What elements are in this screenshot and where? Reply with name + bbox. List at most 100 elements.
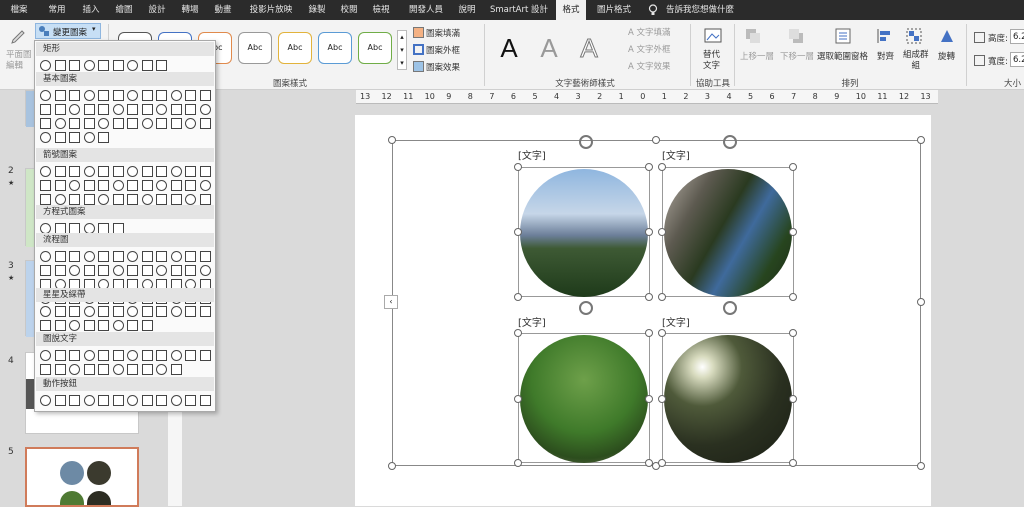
shape-option[interactable] bbox=[170, 90, 182, 101]
resize-handle[interactable] bbox=[645, 293, 653, 301]
resize-handle[interactable] bbox=[917, 298, 925, 306]
text-outline-button[interactable]: A 文字外框 bbox=[628, 43, 671, 55]
shape-option[interactable] bbox=[127, 306, 138, 317]
shape-option[interactable] bbox=[40, 90, 51, 101]
tab-picture-format[interactable]: 圖片格式 bbox=[592, 0, 636, 20]
alt-text-button[interactable]: 替代 文字 bbox=[703, 50, 720, 72]
shape-option[interactable] bbox=[83, 251, 95, 262]
resize-handle[interactable] bbox=[789, 459, 797, 467]
shape-option[interactable] bbox=[112, 90, 124, 101]
shape-option[interactable] bbox=[69, 320, 80, 331]
height-input[interactable]: 6.2 bbox=[1010, 29, 1024, 44]
shape-option[interactable] bbox=[40, 194, 51, 205]
shape-option[interactable] bbox=[40, 104, 51, 115]
resize-handle[interactable] bbox=[388, 462, 396, 470]
resize-handle[interactable] bbox=[658, 163, 666, 171]
shape-outline-button[interactable]: 圖案外框 bbox=[426, 44, 460, 56]
shape-option[interactable] bbox=[170, 104, 182, 115]
resize-handle[interactable] bbox=[645, 459, 653, 467]
tab-animations[interactable]: 動畫 bbox=[210, 0, 236, 20]
shape-option[interactable] bbox=[199, 166, 211, 177]
tab-slideshow[interactable]: 投影片放映 bbox=[244, 0, 298, 20]
shape-option[interactable] bbox=[69, 118, 80, 129]
tab-format[interactable]: 格式 bbox=[556, 0, 586, 20]
shape-fill-button[interactable]: 圖案填滿 bbox=[426, 27, 460, 39]
resize-handle[interactable] bbox=[514, 293, 522, 301]
shape-option[interactable] bbox=[141, 104, 153, 115]
tab-insert[interactable]: 插入 bbox=[78, 0, 104, 20]
resize-handle[interactable] bbox=[658, 293, 666, 301]
shape-option[interactable] bbox=[98, 251, 109, 262]
shape-option[interactable] bbox=[112, 166, 124, 177]
shape-option[interactable] bbox=[69, 132, 80, 143]
shape-option[interactable] bbox=[98, 90, 109, 101]
shape-option[interactable] bbox=[127, 60, 138, 71]
shape-option[interactable] bbox=[127, 194, 138, 205]
shape-option[interactable] bbox=[69, 60, 80, 71]
tab-developer[interactable]: 開發人員 bbox=[402, 0, 450, 20]
shape-option[interactable] bbox=[40, 251, 51, 262]
shape-option[interactable] bbox=[199, 194, 211, 205]
wordart-style-1[interactable]: A bbox=[492, 32, 526, 64]
shape-option[interactable] bbox=[127, 364, 138, 375]
tab-home[interactable]: 常用 bbox=[44, 0, 70, 20]
tab-design[interactable]: 設計 bbox=[144, 0, 170, 20]
shape-option[interactable] bbox=[127, 166, 138, 177]
shape-option[interactable] bbox=[83, 166, 95, 177]
text-pane-toggle[interactable]: ‹ bbox=[384, 295, 398, 309]
shape-option[interactable] bbox=[112, 180, 124, 191]
tab-draw[interactable]: 繪圖 bbox=[111, 0, 137, 20]
shape-option[interactable] bbox=[156, 194, 167, 205]
resize-handle[interactable] bbox=[789, 228, 797, 236]
shape-option[interactable] bbox=[69, 90, 80, 101]
shape-style-7[interactable]: Abc bbox=[358, 32, 392, 64]
shape-option[interactable] bbox=[185, 90, 196, 101]
shape-option[interactable] bbox=[83, 364, 95, 375]
shape-option[interactable] bbox=[185, 104, 196, 115]
shape-option[interactable] bbox=[170, 180, 182, 191]
shape-option[interactable] bbox=[112, 306, 124, 317]
change-shape-button[interactable]: 變更圖案 ▾ bbox=[35, 23, 101, 39]
tell-me-search[interactable]: 告訴我您想做什麼 bbox=[666, 0, 756, 20]
shape-option[interactable] bbox=[199, 104, 211, 115]
shape-option[interactable] bbox=[98, 364, 109, 375]
shape-option[interactable] bbox=[141, 251, 153, 262]
tab-review[interactable]: 校閱 bbox=[336, 0, 362, 20]
shape-style-5[interactable]: Abc bbox=[278, 32, 312, 64]
shape-option[interactable] bbox=[54, 350, 66, 361]
shape-option[interactable] bbox=[127, 265, 138, 276]
shape-effects-button[interactable]: 圖案效果 bbox=[426, 61, 460, 73]
resize-handle[interactable] bbox=[645, 395, 653, 403]
shape-option[interactable] bbox=[98, 306, 109, 317]
tab-record[interactable]: 錄製 bbox=[304, 0, 330, 20]
shape-option[interactable] bbox=[156, 265, 167, 276]
shape-option[interactable] bbox=[185, 166, 196, 177]
text-effects-button[interactable]: A 文字效果 bbox=[628, 60, 671, 72]
shape-option[interactable] bbox=[40, 265, 51, 276]
resize-handle[interactable] bbox=[658, 459, 666, 467]
shape-option[interactable] bbox=[40, 180, 51, 191]
shape-option[interactable] bbox=[54, 180, 66, 191]
shape-option[interactable] bbox=[40, 132, 51, 143]
shape-option[interactable] bbox=[141, 118, 153, 129]
shape-option[interactable] bbox=[40, 166, 51, 177]
smartart-frame[interactable] bbox=[392, 140, 921, 466]
shape-option[interactable] bbox=[40, 60, 51, 71]
gallery-scroll[interactable]: ▴ ▾ ▾ bbox=[397, 30, 407, 70]
shape-option[interactable] bbox=[83, 104, 95, 115]
shape-option[interactable] bbox=[156, 306, 167, 317]
shape-option[interactable] bbox=[98, 104, 109, 115]
shape-option[interactable] bbox=[156, 180, 167, 191]
shape-option[interactable] bbox=[185, 350, 196, 361]
shape-option[interactable] bbox=[141, 166, 153, 177]
shape-option[interactable] bbox=[127, 90, 138, 101]
resize-handle[interactable] bbox=[645, 329, 653, 337]
tab-transitions[interactable]: 轉場 bbox=[177, 0, 203, 20]
text-placeholder-3[interactable]: [文字] bbox=[518, 314, 546, 329]
group-button[interactable]: 組成群 組 bbox=[903, 50, 929, 72]
shape-option[interactable] bbox=[156, 104, 167, 115]
shape-option[interactable] bbox=[199, 90, 211, 101]
resize-handle[interactable] bbox=[789, 329, 797, 337]
wordart-style-2[interactable]: A bbox=[532, 32, 566, 64]
align-button[interactable]: 對齊 bbox=[877, 50, 894, 62]
